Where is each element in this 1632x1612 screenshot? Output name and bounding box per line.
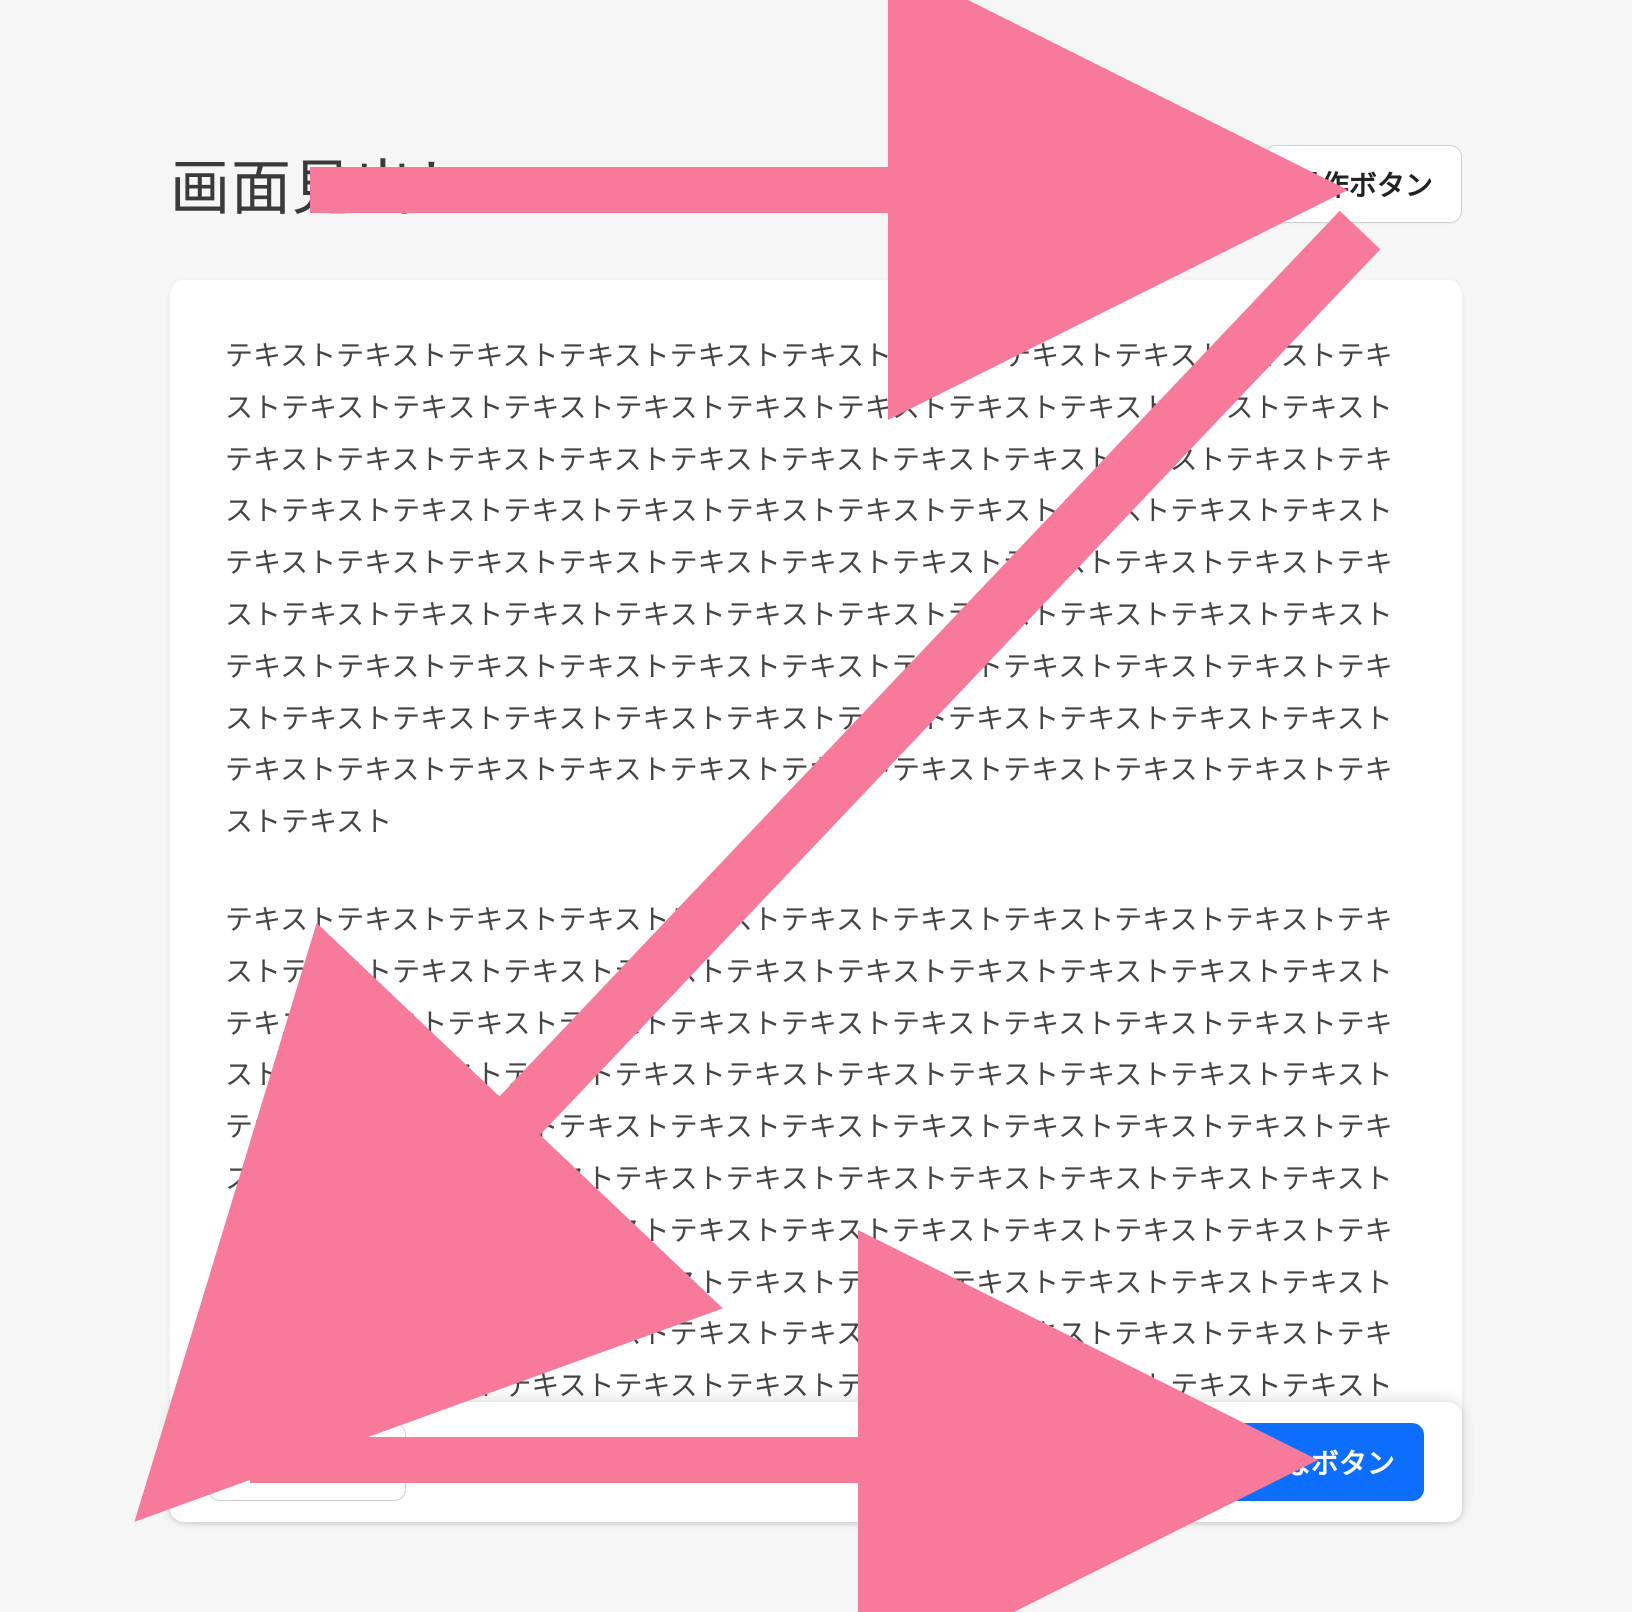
body-paragraph-1: テキストテキストテキストテキストテキストテキストテキストテキストテキストテキスト… [225, 330, 1407, 848]
page-header: 画面見出し 操作ボタン [170, 140, 1462, 227]
footer-action-bar: 操作ボタン 主要なボタン [170, 1402, 1462, 1522]
header-action-button[interactable]: 操作ボタン [1264, 145, 1462, 223]
footer-secondary-button[interactable]: 操作ボタン [208, 1423, 406, 1501]
body-paragraph-2: テキストテキストテキストテキストテキストテキストテキストテキストテキストテキスト… [225, 894, 1407, 1464]
content-card: テキストテキストテキストテキストテキストテキストテキストテキストテキストテキスト… [170, 280, 1462, 1522]
page-title: 画面見出し [170, 140, 475, 227]
footer-primary-button[interactable]: 主要なボタン [1198, 1423, 1424, 1501]
